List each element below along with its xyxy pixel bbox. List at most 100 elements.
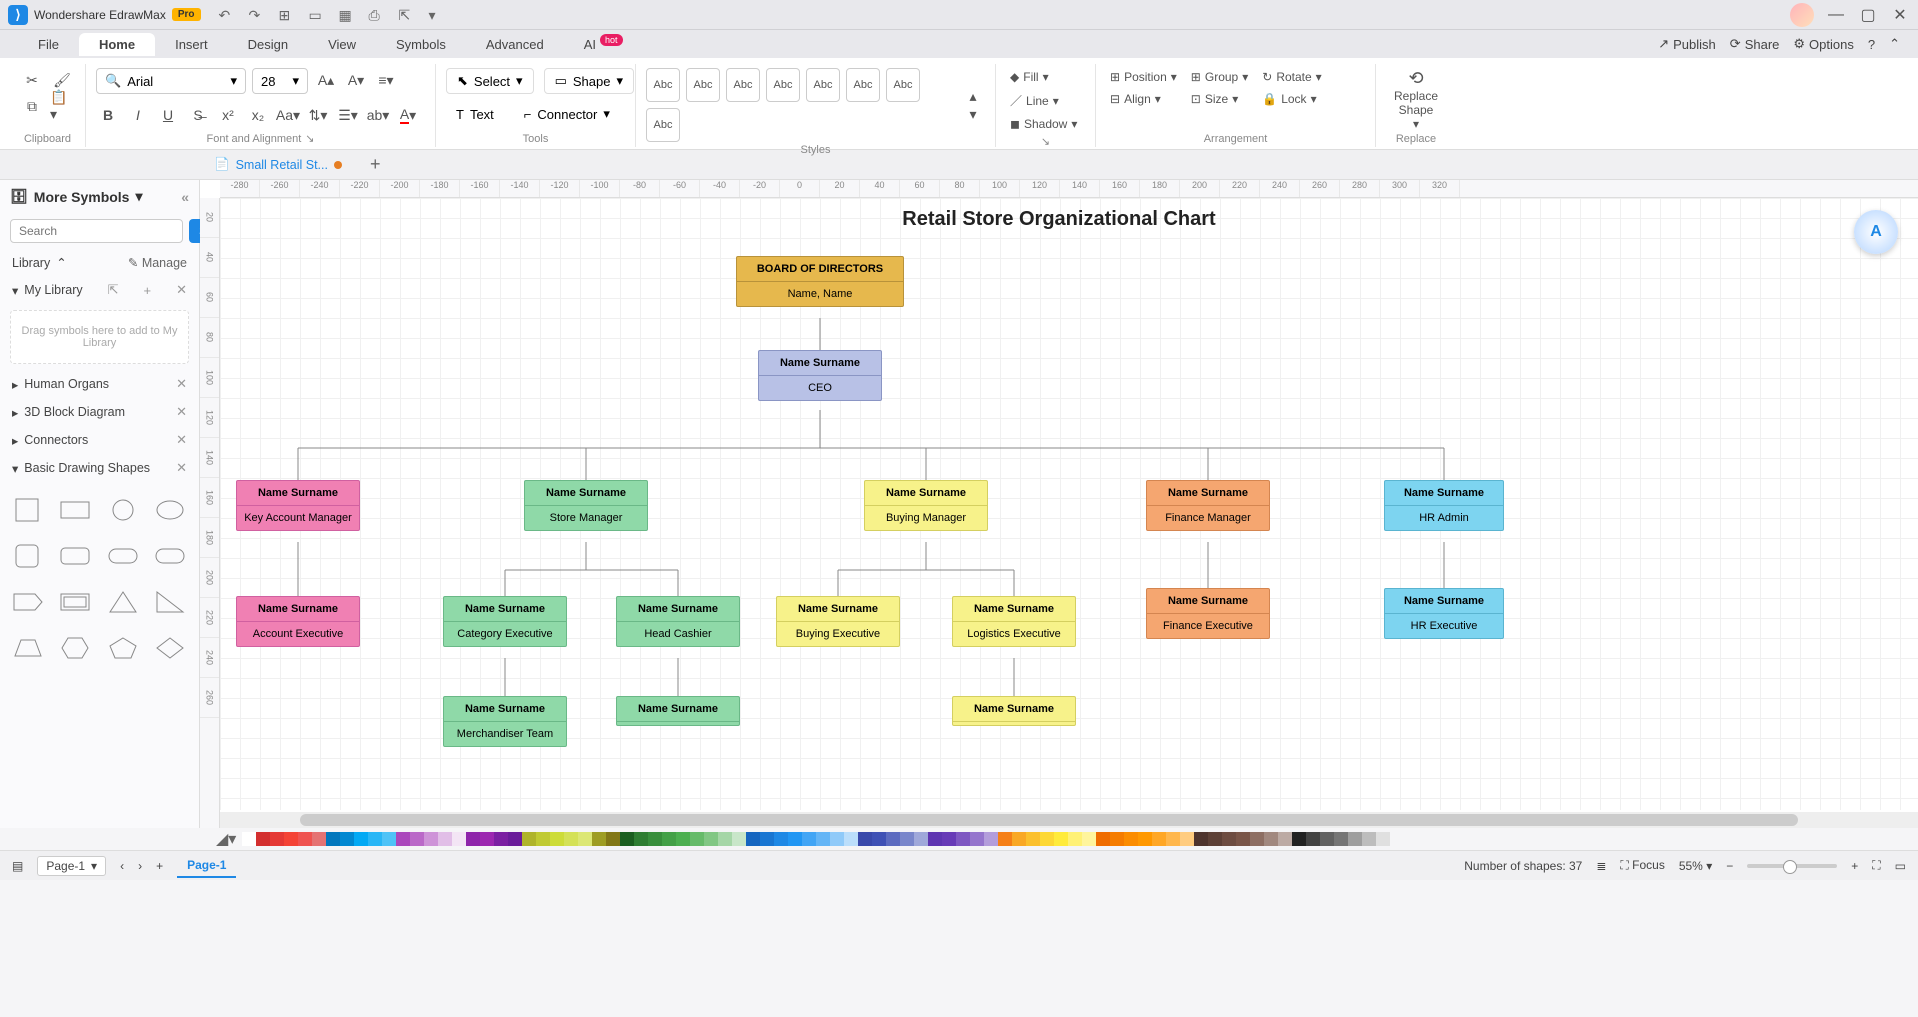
category-basic-shapes[interactable]: ▾ Basic Drawing Shapes✕ (0, 454, 199, 482)
shape-diamond[interactable] (152, 630, 188, 666)
color-swatch[interactable] (1040, 832, 1054, 846)
color-swatch[interactable] (1348, 832, 1362, 846)
org-node[interactable]: Name SurnameCategory Executive (443, 596, 567, 647)
add-page-icon[interactable]: + (156, 859, 163, 873)
collapse-panel-icon[interactable]: « (181, 189, 189, 205)
color-swatch[interactable] (1376, 832, 1390, 846)
color-swatch[interactable] (340, 832, 354, 846)
superscript-icon[interactable]: x² (216, 103, 240, 127)
lock-button[interactable]: 🔒 Lock ▾ (1258, 90, 1325, 108)
color-swatch[interactable] (690, 832, 704, 846)
zoom-level[interactable]: 55% ▾ (1679, 859, 1712, 873)
increase-font-icon[interactable]: A▴ (314, 68, 338, 92)
bold-icon[interactable]: B (96, 103, 120, 127)
org-node[interactable]: Name SurnameHead Cashier (616, 596, 740, 647)
org-node[interactable]: Name SurnameBuying Manager (864, 480, 988, 531)
open-icon[interactable]: ▭ (309, 7, 325, 23)
org-node[interactable]: Name SurnameHR Admin (1384, 480, 1504, 531)
color-swatch[interactable] (368, 832, 382, 846)
org-node[interactable]: Name SurnameHR Executive (1384, 588, 1504, 639)
color-swatch[interactable] (1012, 832, 1026, 846)
color-swatch[interactable] (914, 832, 928, 846)
undo-icon[interactable]: ↶ (219, 7, 235, 23)
align-icon[interactable]: ≡▾ (374, 68, 398, 92)
font-size-select[interactable]: 28 ▾ (252, 68, 308, 94)
color-swatch[interactable] (536, 832, 550, 846)
position-button[interactable]: ⊞ Position ▾ (1106, 68, 1181, 86)
style-swatch[interactable]: Abc (846, 68, 880, 102)
color-swatch[interactable] (298, 832, 312, 846)
color-swatch[interactable] (578, 832, 592, 846)
decrease-font-icon[interactable]: A▾ (344, 68, 368, 92)
style-swatch[interactable]: Abc (646, 68, 680, 102)
color-swatch[interactable] (1362, 832, 1376, 846)
zoom-out-icon[interactable]: − (1726, 859, 1733, 873)
size-button[interactable]: ⊡ Size ▾ (1187, 90, 1252, 108)
color-swatch[interactable] (746, 832, 760, 846)
symbols-panel-title[interactable]: 🗄 More Symbols▾ « (0, 180, 199, 213)
strikethrough-icon[interactable]: S̶ (186, 103, 210, 127)
focus-button[interactable]: ⛶ Focus (1620, 858, 1664, 873)
color-swatch[interactable] (508, 832, 522, 846)
org-node[interactable]: Name SurnameKey Account Manager (236, 480, 360, 531)
color-swatch[interactable] (928, 832, 942, 846)
org-node[interactable]: Name SurnameFinance Executive (1146, 588, 1270, 639)
styles-down-icon[interactable]: ▾ (961, 106, 985, 122)
color-swatch[interactable] (1110, 832, 1124, 846)
color-swatch[interactable] (872, 832, 886, 846)
library-header[interactable]: Library ⌃ ✎ Manage (0, 249, 199, 276)
export-icon[interactable]: ⇱ (399, 7, 415, 23)
color-swatch[interactable] (424, 832, 438, 846)
select-tool[interactable]: ⬉ Select ▾ (446, 68, 534, 94)
connector-tool[interactable]: ⌐ Connector ▾ (514, 102, 620, 126)
color-swatch[interactable] (1250, 832, 1264, 846)
save-icon[interactable]: ▦ (339, 7, 355, 23)
org-node[interactable]: Name SurnameLogistics Executive (952, 596, 1076, 647)
shape-rounded-rect[interactable] (57, 538, 93, 574)
minimize-icon[interactable]: — (1826, 5, 1846, 25)
color-swatch[interactable] (900, 832, 914, 846)
close-section-icon[interactable]: ✕ (176, 432, 187, 448)
menu-symbols[interactable]: Symbols (376, 33, 466, 56)
shape-snip[interactable] (10, 584, 46, 620)
bullets-icon[interactable]: ☰▾ (336, 103, 360, 127)
new-tab-icon[interactable]: + (356, 154, 395, 175)
org-node[interactable]: Name SurnameAccount Executive (236, 596, 360, 647)
collapse-ribbon-icon[interactable]: ⌃ (1889, 36, 1900, 52)
org-node-board[interactable]: BOARD OF DIRECTORS Name, Name (736, 256, 904, 307)
close-section-icon[interactable]: ✕ (176, 460, 187, 476)
color-swatch[interactable] (522, 832, 536, 846)
org-node-ceo[interactable]: Name Surname CEO (758, 350, 882, 401)
color-swatch[interactable] (662, 832, 676, 846)
font-color-icon[interactable]: A▾ (396, 103, 420, 127)
color-swatch[interactable] (732, 832, 746, 846)
fit-page-icon[interactable]: ⛶ (1872, 858, 1880, 873)
color-swatch[interactable] (1068, 832, 1082, 846)
menu-view[interactable]: View (308, 33, 376, 56)
shape-frame[interactable] (57, 584, 93, 620)
color-swatch[interactable] (676, 832, 690, 846)
redo-icon[interactable]: ↷ (249, 7, 265, 23)
shape-right-triangle[interactable] (152, 584, 188, 620)
category-3d-block[interactable]: ▸ 3D Block Diagram✕ (0, 398, 199, 426)
color-swatch[interactable] (354, 832, 368, 846)
color-swatch[interactable] (942, 832, 956, 846)
color-swatch[interactable] (1306, 832, 1320, 846)
color-swatch[interactable] (788, 832, 802, 846)
layers-icon[interactable]: ≣ (1596, 859, 1606, 873)
share-button[interactable]: ⟳ Share (1730, 36, 1780, 52)
style-swatch[interactable]: Abc (766, 68, 800, 102)
dialog-launcher-icon[interactable]: ↘ (305, 132, 314, 145)
shadow-button[interactable]: ◼ Shadow ▾ (1006, 115, 1081, 133)
org-node[interactable]: Name SurnameBuying Executive (776, 596, 900, 647)
style-swatch[interactable]: Abc (806, 68, 840, 102)
color-swatch[interactable] (998, 832, 1012, 846)
ai-assistant-icon[interactable]: A (1854, 210, 1898, 254)
close-section-icon[interactable]: ✕ (176, 376, 187, 392)
color-swatch[interactable] (326, 832, 340, 846)
color-swatch[interactable] (452, 832, 466, 846)
page-dropdown[interactable]: Page-1 ▾ (37, 856, 106, 876)
prev-page-icon[interactable]: ‹ (120, 859, 124, 873)
fullscreen-icon[interactable]: ▭ (1895, 859, 1906, 873)
color-swatch[interactable] (1026, 832, 1040, 846)
